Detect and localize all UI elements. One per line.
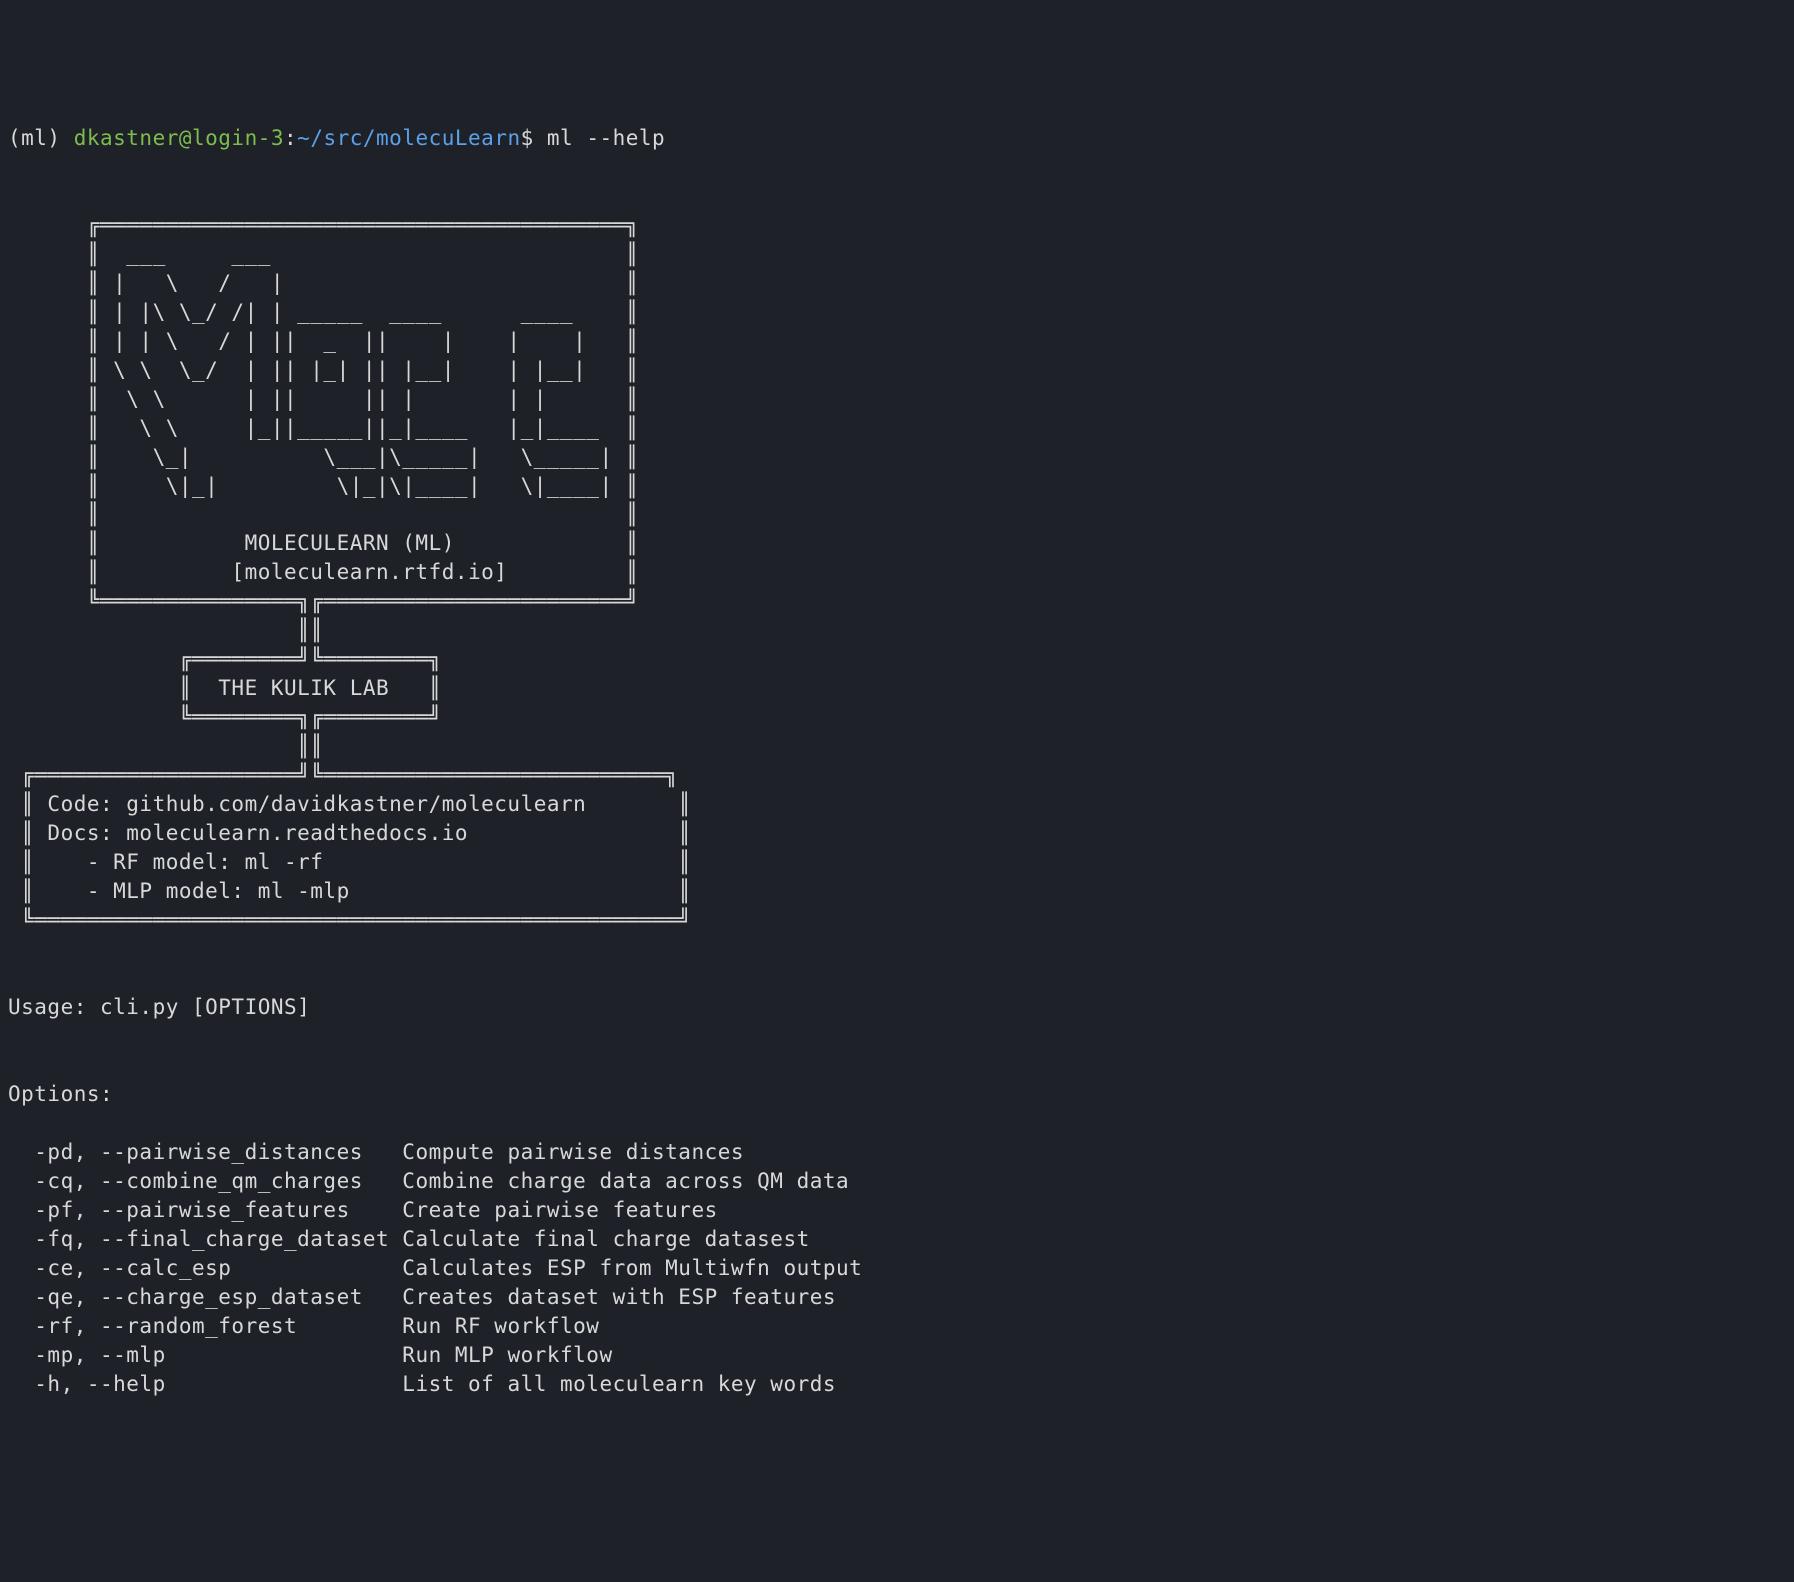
prompt-dollar: $ [521, 126, 547, 150]
option-flag: -pd, --pairwise_distances [8, 1140, 402, 1164]
option-flag: -mp, --mlp [8, 1343, 402, 1367]
ascii-banner: ╔═══════════════════════════════════════… [8, 153, 1786, 935]
option-description: List of all moleculearn key words [402, 1372, 836, 1396]
options-list: -pd, --pairwise_distances Compute pairwi… [8, 1138, 1786, 1399]
option-description: Run RF workflow [402, 1314, 599, 1338]
prompt-line[interactable]: (ml) dkastner@login-3:~/src/molecuLearn$… [8, 126, 665, 150]
option-row: -rf, --random_forest Run RF workflow [8, 1312, 1786, 1341]
option-flag: -cq, --combine_qm_charges [8, 1169, 402, 1193]
option-description: Combine charge data across QM data [402, 1169, 849, 1193]
prompt-path: ~/src/molecuLearn [297, 126, 520, 150]
option-description: Creates dataset with ESP features [402, 1285, 836, 1309]
prompt-command: ml --help [547, 126, 665, 150]
option-description: Create pairwise features [402, 1198, 717, 1222]
option-row: -pd, --pairwise_distances Compute pairwi… [8, 1138, 1786, 1167]
option-flag: -h, --help [8, 1372, 402, 1396]
option-description: Compute pairwise distances [402, 1140, 744, 1164]
option-description: Run MLP workflow [402, 1343, 612, 1367]
option-flag: -rf, --random_forest [8, 1314, 402, 1338]
option-row: -ce, --calc_esp Calculates ESP from Mult… [8, 1254, 1786, 1283]
option-row: -cq, --combine_qm_charges Combine charge… [8, 1167, 1786, 1196]
prompt-separator: : [284, 126, 297, 150]
option-row: -mp, --mlp Run MLP workflow [8, 1341, 1786, 1370]
usage-line: Usage: cli.py [OPTIONS] [8, 993, 1786, 1022]
option-description: Calculates ESP from Multiwfn output [402, 1256, 862, 1280]
option-flag: -qe, --charge_esp_dataset [8, 1285, 402, 1309]
option-row: -fq, --final_charge_dataset Calculate fi… [8, 1225, 1786, 1254]
prompt-user: dkastner@login-3 [74, 126, 284, 150]
option-flag: -pf, --pairwise_features [8, 1198, 402, 1222]
option-flag: -fq, --final_charge_dataset [8, 1227, 402, 1251]
options-header: Options: [8, 1080, 1786, 1109]
option-row: -qe, --charge_esp_dataset Creates datase… [8, 1283, 1786, 1312]
option-description: Calculate final charge datasest [402, 1227, 809, 1251]
option-flag: -ce, --calc_esp [8, 1256, 402, 1280]
option-row: -h, --help List of all moleculearn key w… [8, 1370, 1786, 1399]
option-row: -pf, --pairwise_features Create pairwise… [8, 1196, 1786, 1225]
prompt-env: (ml) [8, 126, 74, 150]
